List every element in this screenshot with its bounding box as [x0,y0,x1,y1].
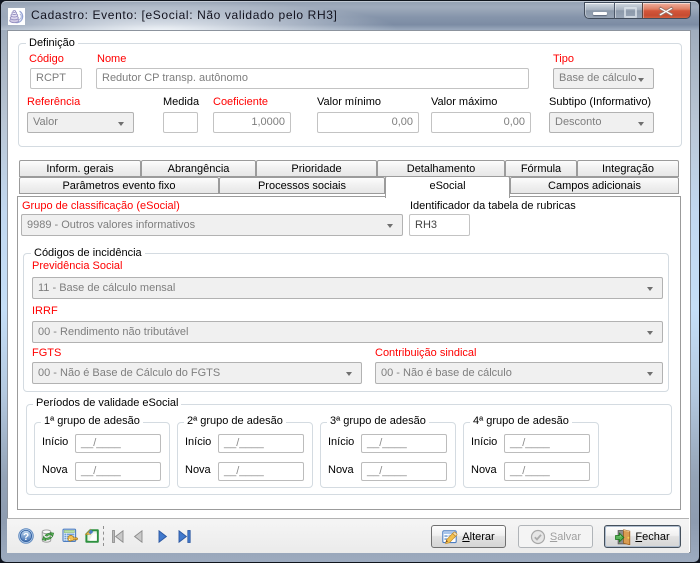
svg-text:?: ? [23,532,29,543]
